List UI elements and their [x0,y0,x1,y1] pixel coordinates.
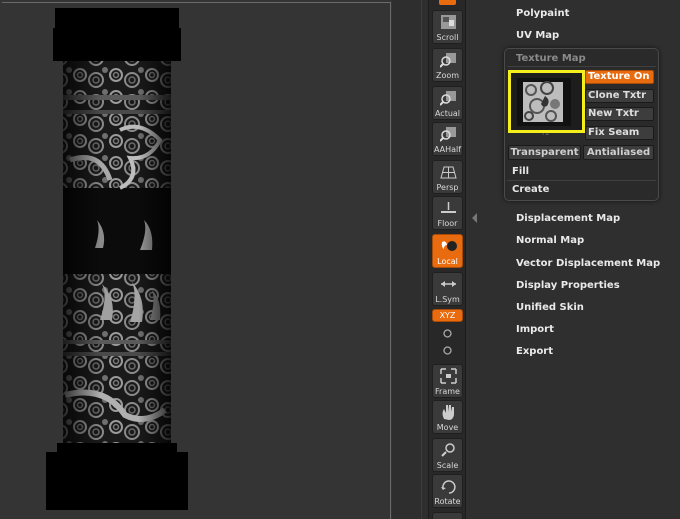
rotate-label: Rotate [434,497,461,506]
magnifier-actual-icon [440,91,456,106]
right-shelf: Scroll Zoom Actual AAHalf Persp Floor Lo… [428,0,466,519]
local-label: Local [437,257,458,266]
rotate-y-icon[interactable] [442,328,453,339]
create-button[interactable]: Create [512,184,549,195]
normal-map-menu[interactable]: Normal Map [516,235,584,246]
lsym-label: L.Sym [435,295,460,304]
magnifier-aahalf-icon [440,127,456,142]
collapse-arrow-icon[interactable] [472,213,477,223]
document-canvas[interactable] [0,0,392,519]
divider-line [421,0,422,519]
hand-scroll-icon [441,15,456,29]
scroll-label: Scroll [436,33,459,42]
vector-displacement-map-menu[interactable]: Vector Displacement Map [516,258,660,269]
rotate-z-icon[interactable] [442,345,453,356]
frame-label: Frame [435,387,460,396]
rotate-button[interactable]: Rotate [432,474,463,508]
persp-label: Persp [436,183,459,192]
popup-separator-2 [507,180,656,181]
scale-button[interactable]: Scale [432,438,463,472]
clone-txtr-button[interactable]: Clone Txtr [585,89,654,103]
lsym-button[interactable]: L.Sym [432,272,463,306]
shelf-next-button[interactable] [432,512,463,519]
floor-button[interactable]: Floor [432,196,463,230]
divider-gap [392,0,428,519]
display-properties-menu[interactable]: Display Properties [516,280,620,291]
persp-button[interactable]: Persp [432,160,463,194]
hand-move-icon [442,405,454,420]
dragon-column-model[interactable] [0,0,392,519]
texture-on-button[interactable]: Texture On [585,70,654,84]
texture-map-popup: Texture Map T2 Texture On Clone Txtr New… [504,48,659,201]
shelf-top-indicator [439,0,456,5]
move-button[interactable]: Move [432,400,463,434]
move-label: Move [436,423,459,432]
local-sphere-icon [441,241,457,251]
antialiased-button[interactable]: Antialiased [583,145,654,160]
zoom-label: Zoom [435,71,460,80]
fill-button[interactable]: Fill [512,166,529,177]
aahalf-button[interactable]: AAHalf [432,122,463,156]
actual-button[interactable]: Actual [432,86,463,120]
frame-icon [440,368,457,384]
popup-separator [507,66,656,67]
zoom-button[interactable]: Zoom [432,48,463,82]
import-menu[interactable]: Import [516,324,554,335]
scroll-button[interactable]: Scroll [432,10,463,44]
unified-skin-menu[interactable]: Unified Skin [516,302,584,313]
transparent-button[interactable]: Transparent [508,145,581,160]
floor-label: Floor [437,219,458,228]
actual-label: Actual [434,109,461,118]
new-txtr-button[interactable]: New Txtr [585,107,654,121]
scale-label: Scale [436,461,459,470]
floor-icon [441,202,456,213]
polypaint-menu[interactable]: Polypaint [516,8,569,19]
fix-seam-button[interactable]: Fix Seam [585,126,654,140]
uv-map-menu[interactable]: UV Map [516,30,559,41]
symmetry-arrows-icon [441,281,456,287]
xyz-button[interactable]: XYZ [432,309,463,322]
perspective-grid-icon [440,166,457,179]
export-menu[interactable]: Export [516,346,553,357]
magnifier-zoom-icon [440,53,456,68]
aahalf-label: AAHalf [433,145,462,154]
frame-button[interactable]: Frame [432,364,463,398]
texture-map-title[interactable]: Texture Map [516,53,586,64]
scale-icon [441,443,455,457]
thumbnail-highlight-box [508,70,585,133]
local-button[interactable]: Local [432,234,463,268]
rotate-icon [441,480,456,494]
displacement-map-menu[interactable]: Displacement Map [516,213,620,224]
